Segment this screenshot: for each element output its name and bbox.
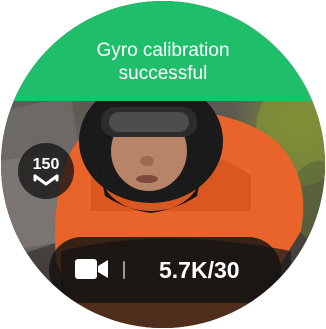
fov-value: 150 bbox=[32, 156, 60, 173]
resolution-fps-label: 5.7K/30 bbox=[159, 257, 240, 283]
nose bbox=[140, 156, 154, 166]
goggle-lens bbox=[109, 112, 189, 132]
mouth bbox=[136, 175, 158, 183]
gyro-calibration-banner: Gyro calibration successful bbox=[1, 1, 325, 101]
fov-chevron-icon bbox=[33, 174, 59, 186]
video-camera-icon bbox=[75, 259, 108, 279]
capture-mode-button[interactable]: 5.7K/30 bbox=[49, 237, 281, 303]
fov-badge-button[interactable]: 150 bbox=[18, 143, 74, 199]
banner-title-line2: successful bbox=[118, 63, 208, 84]
watch-screen: Gyro calibration successful 150 5.7K/30 bbox=[1, 1, 325, 328]
banner-title-line1: Gyro calibration bbox=[96, 40, 230, 61]
mode-divider bbox=[123, 261, 125, 279]
